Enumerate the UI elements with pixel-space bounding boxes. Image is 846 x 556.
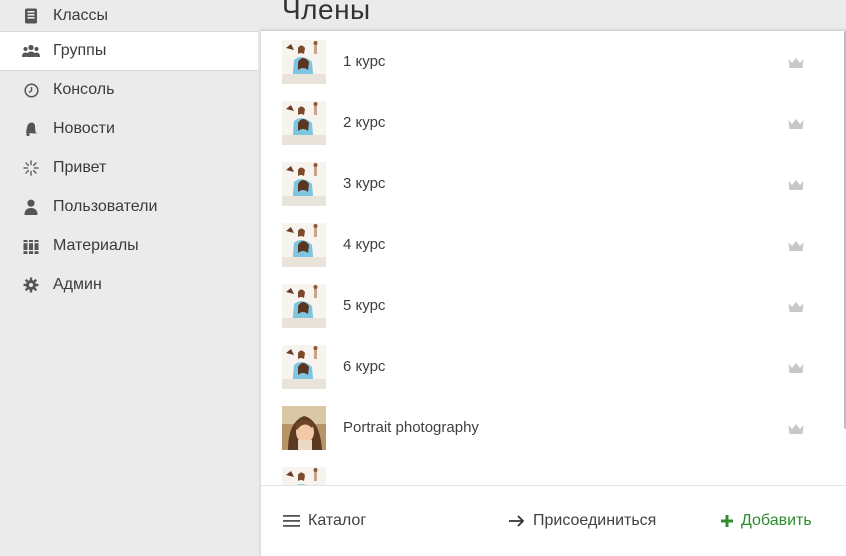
list-item[interactable]: 3 курс xyxy=(261,153,846,214)
member-name: 5 курс xyxy=(343,297,386,314)
sidebar-item-label: Консоль xyxy=(53,81,115,98)
join-button[interactable]: Присоединиться xyxy=(509,486,656,556)
sidebar-item-label: Пользователи xyxy=(53,198,158,215)
catalog-button[interactable]: Каталог xyxy=(283,486,366,556)
group-thumbnail xyxy=(282,161,326,206)
sidebar-item-label: Группы xyxy=(53,42,107,59)
notebook-icon xyxy=(22,7,40,25)
crown-icon[interactable] xyxy=(788,422,804,434)
group-thumbnail xyxy=(282,283,326,328)
plus-icon xyxy=(721,515,733,527)
member-name: 1 курс xyxy=(343,53,386,70)
list-item[interactable]: 2 курс xyxy=(261,92,846,153)
list-item[interactable]: Portrait photography xyxy=(261,397,846,458)
member-name: 6 курс xyxy=(343,358,386,375)
member-name: 2 курс xyxy=(343,114,386,131)
group-thumbnail xyxy=(282,222,326,267)
list-item[interactable] xyxy=(261,458,846,486)
menu-icon xyxy=(283,514,300,528)
member-name: 4 курс xyxy=(343,236,386,253)
crown-icon[interactable] xyxy=(788,117,804,129)
crown-icon[interactable] xyxy=(788,239,804,251)
sidebar-item-console[interactable]: Консоль xyxy=(0,70,258,110)
crown-icon[interactable] xyxy=(788,56,804,68)
group-icon xyxy=(22,42,40,60)
clock-icon xyxy=(22,81,40,99)
crown-icon[interactable] xyxy=(788,300,804,312)
sidebar-item-label: Материалы xyxy=(53,237,139,254)
members-list: 1 курс 2 курс 3 курс 4 курс 5 курс 6 кур… xyxy=(261,31,846,486)
sidebar-item-label: Новости xyxy=(53,120,115,137)
sidebar-item-users[interactable]: Пользователи xyxy=(0,187,258,227)
group-thumbnail xyxy=(282,344,326,389)
sidebar: Классы Группы Консоль Новости Привет Пол… xyxy=(0,0,258,555)
sidebar-item-admin[interactable]: Админ xyxy=(0,265,258,305)
join-label: Присоединиться xyxy=(533,512,657,529)
books-icon xyxy=(22,237,40,255)
user-icon xyxy=(22,198,40,216)
panel-footer: Каталог Присоединиться Добавить xyxy=(261,485,846,556)
members-panel: 1 курс 2 курс 3 курс 4 курс 5 курс 6 кур… xyxy=(260,30,846,556)
list-item[interactable]: 6 курс xyxy=(261,336,846,397)
add-label: Добавить xyxy=(741,512,812,529)
list-item[interactable]: 5 курс xyxy=(261,275,846,336)
sidebar-item-label: Классы xyxy=(53,7,109,24)
list-item[interactable]: 1 курс xyxy=(261,31,846,92)
page-title: Члены xyxy=(282,0,371,24)
bell-icon xyxy=(22,120,40,138)
sidebar-item-label: Привет xyxy=(53,159,107,176)
gear-icon xyxy=(22,276,40,294)
member-name: 3 курс xyxy=(343,175,386,192)
sidebar-item-groups[interactable]: Группы xyxy=(0,31,258,71)
sidebar-item-label: Админ xyxy=(53,276,102,293)
crown-icon[interactable] xyxy=(788,178,804,190)
sidebar-item-classes[interactable]: Классы xyxy=(0,0,258,32)
sparkle-icon xyxy=(22,159,40,177)
add-button[interactable]: Добавить xyxy=(721,486,812,556)
portrait-thumbnail xyxy=(282,405,326,450)
crown-icon[interactable] xyxy=(788,361,804,373)
group-thumbnail xyxy=(282,39,326,84)
group-thumbnail xyxy=(282,466,326,486)
sidebar-item-hello[interactable]: Привет xyxy=(0,148,258,188)
catalog-label: Каталог xyxy=(308,512,367,529)
arrow-right-icon xyxy=(509,515,525,527)
member-name: Portrait photography xyxy=(343,419,479,436)
sidebar-item-materials[interactable]: Материалы xyxy=(0,226,258,266)
group-thumbnail xyxy=(282,100,326,145)
list-item[interactable]: 4 курс xyxy=(261,214,846,275)
sidebar-item-news[interactable]: Новости xyxy=(0,109,258,149)
